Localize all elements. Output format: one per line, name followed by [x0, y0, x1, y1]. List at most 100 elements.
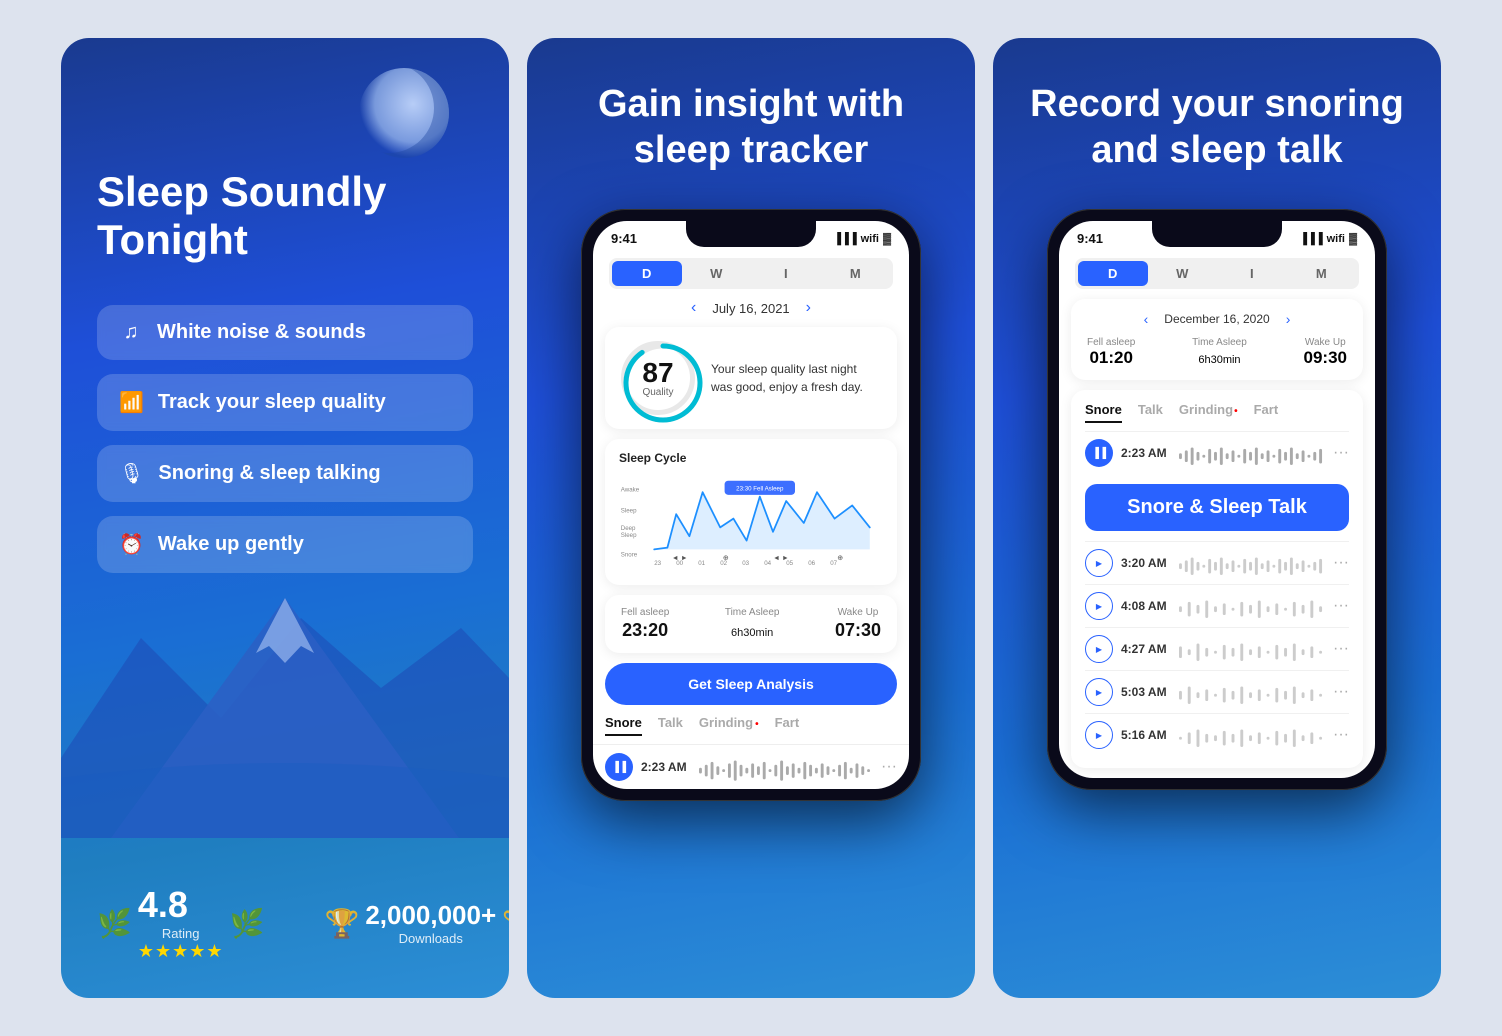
prev-date-right[interactable]: ‹ — [1144, 311, 1149, 327]
snore-rec-more-4[interactable]: ··· — [1333, 683, 1349, 701]
snore-rec-wave-4 — [1179, 685, 1325, 699]
feature-white-noise[interactable]: ♫ White noise & sounds — [97, 305, 473, 360]
next-date-middle[interactable]: › — [806, 299, 811, 317]
panel-left: Sleep Soundly Tonight ♫ White noise & so… — [61, 38, 509, 998]
wifi-icon: wifi — [861, 233, 879, 245]
svg-text:◄ ►: ◄ ► — [773, 555, 789, 562]
snore-fell-asleep-val: 01:20 — [1087, 348, 1135, 368]
svg-text:23:30 Fell Asleep: 23:30 Fell Asleep — [736, 486, 784, 493]
tab-w-right[interactable]: W — [1148, 261, 1218, 286]
tracker-tabs-middle[interactable]: D W I M — [609, 258, 893, 289]
snore-rec-more-5[interactable]: ··· — [1333, 726, 1349, 744]
feature-wake-up[interactable]: ⏰ Wake up gently — [97, 516, 473, 573]
snore-fell-asleep: Fell asleep 01:20 — [1087, 337, 1135, 368]
sound-tab-grinding[interactable]: Grinding — [699, 715, 759, 736]
svg-text:Snore: Snore — [621, 552, 638, 559]
snore-time-asleep: Time Asleep 6h30min — [1192, 337, 1247, 368]
snore-tab-snore[interactable]: Snore — [1085, 402, 1122, 423]
mountain-bg — [61, 558, 509, 838]
tab-m-middle[interactable]: M — [821, 261, 891, 286]
snore-recordings-card: Snore Talk Grinding Fart ▐▐ 2:23 AM — [1071, 390, 1363, 768]
phone-time-right: 9:41 — [1077, 231, 1103, 246]
quality-label-middle: Quality — [642, 387, 673, 398]
snore-rec-0: ▐▐ 2:23 AM — [1085, 431, 1349, 474]
tab-i-right[interactable]: I — [1217, 261, 1287, 286]
snore-tab-fart[interactable]: Fart — [1254, 402, 1279, 423]
snore-tab-grinding[interactable]: Grinding — [1179, 402, 1238, 423]
quality-circle-middle: 87 Quality — [621, 341, 695, 415]
trophy-icon-right: 🏆 — [502, 907, 509, 940]
recording-row-middle: ▐▐ 2:23 AM — [593, 745, 909, 789]
waveform-icon: 🎙 — [119, 461, 144, 486]
rec-more-middle[interactable]: ··· — [881, 758, 897, 776]
feature-label-white-noise: White noise & sounds — [157, 321, 366, 344]
snore-play-icon-3[interactable]: ▶ — [1085, 635, 1113, 663]
snore-rec-time-1: 3:20 AM — [1121, 556, 1171, 570]
snore-date-nav: ‹ December 16, 2020 › — [1087, 311, 1347, 327]
status-icons-middle: ▐▐▐ wifi ▓ — [833, 233, 891, 245]
snore-rec-more-0[interactable]: ··· — [1333, 444, 1349, 462]
time-asleep-val: 6h30min — [725, 620, 780, 641]
snore-highlight: Snore & Sleep Talk — [1085, 484, 1349, 531]
snore-rec-time-0: 2:23 AM — [1121, 446, 1171, 460]
analysis-button[interactable]: Get Sleep Analysis — [605, 663, 897, 705]
snore-play-icon-4[interactable]: ▶ — [1085, 678, 1113, 706]
alarm-icon: ⏰ — [119, 532, 144, 557]
rating-number: 4.8 — [138, 884, 224, 926]
feature-label-sleep-quality: Track your sleep quality — [158, 391, 386, 414]
snore-play-icon-5[interactable]: ▶ — [1085, 721, 1113, 749]
rec-waveform-middle — [699, 759, 873, 775]
tracker-tabs-right[interactable]: D W I M — [1075, 258, 1359, 289]
snore-wake-up-label: Wake Up — [1304, 337, 1347, 348]
next-date-right[interactable]: › — [1286, 311, 1291, 327]
snore-rec-more-1[interactable]: ··· — [1333, 554, 1349, 572]
time-asleep-label: Time Asleep — [725, 607, 780, 618]
snore-stats-row: Fell asleep 01:20 Time Asleep 6h30min Wa… — [1087, 337, 1347, 368]
downloads-block: 🏆 2,000,000+ Downloads 🏆 — [324, 900, 509, 946]
snore-rec-more-2[interactable]: ··· — [1333, 597, 1349, 615]
tab-d-middle[interactable]: D — [612, 261, 682, 286]
snore-play-icon-1[interactable]: ▶ — [1085, 549, 1113, 577]
snore-fell-asleep-label: Fell asleep — [1087, 337, 1135, 348]
snore-date: December 16, 2020 — [1164, 312, 1269, 326]
rec-play-icon[interactable]: ▐▐ — [605, 753, 633, 781]
svg-text:06: 06 — [808, 560, 815, 567]
tab-d-right[interactable]: D — [1078, 261, 1148, 286]
bottom-stats: 🌿 4.8 Rating ★★★★★ 🌿 🏆 2,000,000+ Downlo… — [97, 884, 473, 962]
tab-w-middle[interactable]: W — [682, 261, 752, 286]
fell-asleep-val: 23:20 — [621, 620, 669, 641]
quality-text-middle: Your sleep quality last night was good, … — [711, 360, 881, 396]
tab-i-middle[interactable]: I — [751, 261, 821, 286]
snore-tabs[interactable]: Snore Talk Grinding Fart — [1085, 402, 1349, 423]
prev-date-middle[interactable]: ‹ — [691, 299, 696, 317]
snore-rec-more-3[interactable]: ··· — [1333, 640, 1349, 658]
rating-label: Rating — [138, 926, 224, 941]
snore-rec-wave-0 — [1179, 446, 1325, 460]
sleep-chart-card-middle: Sleep Cycle Awake Sleep Deep Sleep Snore… — [605, 439, 897, 585]
analysis-button-label: Get Sleep Analysis — [688, 676, 814, 692]
svg-text:⊕: ⊕ — [837, 555, 843, 562]
svg-text:01: 01 — [698, 560, 705, 567]
svg-text:Deep: Deep — [621, 525, 636, 532]
feature-snoring[interactable]: 🎙 Snoring & sleep talking — [97, 445, 473, 502]
chart-title-middle: Sleep Cycle — [619, 451, 883, 465]
sound-tabs-middle[interactable]: Snore Talk Grinding Fart — [593, 715, 909, 745]
downloads-number: 2,000,000+ — [365, 900, 496, 931]
feature-sleep-quality[interactable]: 📶 Track your sleep quality — [97, 374, 473, 431]
music-icon: ♫ — [119, 321, 143, 344]
snore-play-icon-2[interactable]: ▶ — [1085, 592, 1113, 620]
snore-rec-2: ▶ 4:08 AM — [1085, 584, 1349, 627]
snore-rec-wave-1 — [1179, 556, 1325, 570]
downloads-label: Downloads — [365, 931, 496, 946]
panel-right: Record your snoring and sleep talk 9:41 … — [993, 38, 1441, 998]
sound-tab-fart[interactable]: Fart — [775, 715, 800, 736]
moon-decoration — [359, 68, 449, 158]
sound-tab-talk[interactable]: Talk — [658, 715, 683, 736]
star-rating: ★★★★★ — [138, 941, 224, 962]
snore-bars-icon-0[interactable]: ▐▐ — [1085, 439, 1113, 467]
sound-tab-snore[interactable]: Snore — [605, 715, 642, 736]
phone-time-middle: 9:41 — [611, 231, 637, 246]
snore-rec-time-3: 4:27 AM — [1121, 642, 1171, 656]
tab-m-right[interactable]: M — [1287, 261, 1357, 286]
snore-tab-talk[interactable]: Talk — [1138, 402, 1163, 423]
